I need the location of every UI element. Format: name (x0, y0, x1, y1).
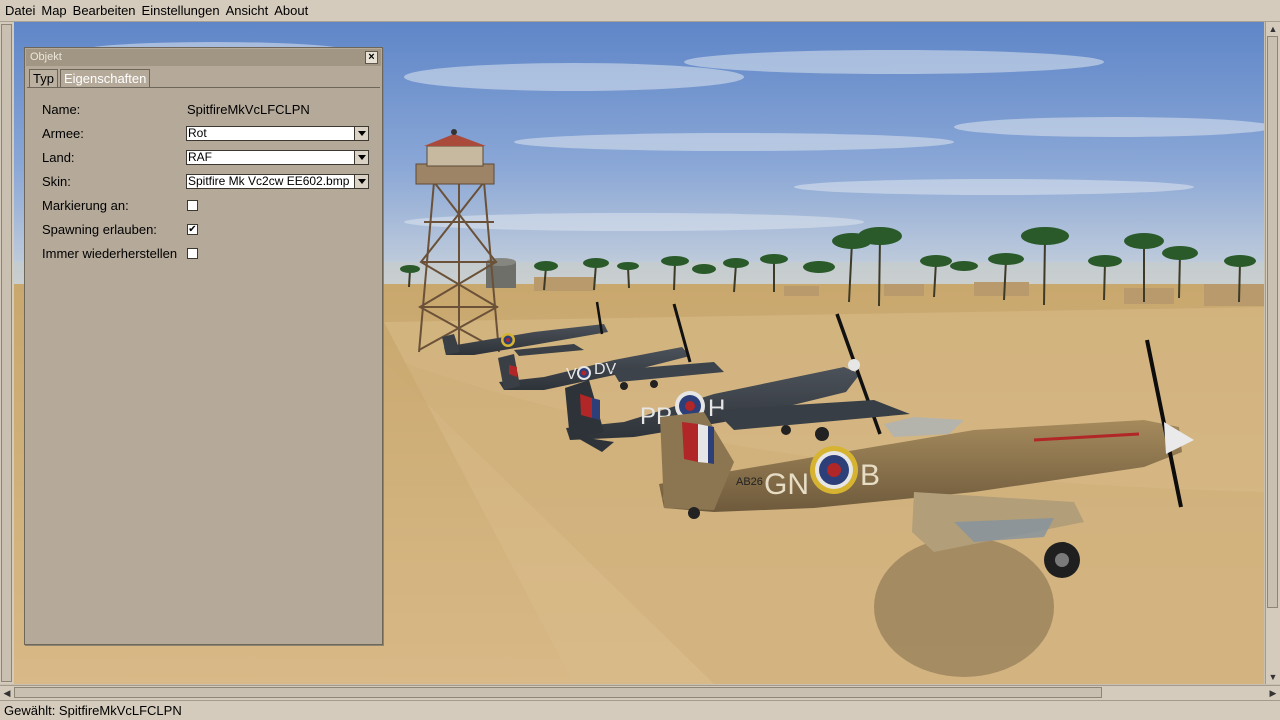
name-label: Name: (42, 102, 81, 117)
menu-about[interactable]: About (271, 1, 311, 21)
chevron-down-icon[interactable] (354, 127, 368, 140)
armee-selected-value: Rot (188, 127, 207, 140)
tab-eigenschaften[interactable]: Eigenschaften (59, 69, 151, 87)
horizontal-scrollbar[interactable]: ◀ ▶ (0, 685, 1280, 700)
arrow-right-icon[interactable]: ▶ (1266, 686, 1280, 700)
skin-label: Skin: (42, 174, 71, 189)
close-icon[interactable]: × (365, 51, 378, 64)
aircraft-serial: AB26 (736, 476, 763, 488)
chevron-down-icon[interactable] (354, 175, 368, 188)
marker-label: Markierung an: (42, 198, 129, 213)
arrow-down-icon[interactable]: ▼ (1266, 670, 1280, 684)
right-vertical-scrollbar[interactable]: ▲ ▼ (1265, 22, 1280, 684)
right-scroll-thumb[interactable] (1267, 36, 1278, 608)
menu-datei[interactable]: Datei (0, 1, 38, 21)
status-bar: Gewählt: SpitfireMkVcLFCLPN (0, 700, 1280, 720)
menu-map[interactable]: Map (38, 1, 69, 21)
arrow-up-icon[interactable]: ▲ (1266, 22, 1280, 36)
restore-row: Immer wiederherstellen (42, 243, 372, 263)
aircraft-code-left-2: V (566, 366, 577, 383)
spawn-checkbox[interactable]: ✔ (187, 224, 198, 235)
left-vertical-scrollbar[interactable] (0, 22, 15, 684)
object-properties-panel: Objekt × Typ Eigenschaften Name: Spitfir… (24, 47, 383, 645)
name-row: Name: SpitfireMkVcLFCLPN (42, 99, 372, 119)
panel-title: Objekt (30, 51, 62, 63)
restore-checkbox[interactable] (187, 248, 198, 259)
spawn-label: Spawning erlauben: (42, 222, 157, 237)
menu-einstellungen[interactable]: Einstellungen (139, 1, 223, 21)
menu-ansicht[interactable]: Ansicht (223, 1, 272, 21)
panel-titlebar[interactable]: Objekt × (26, 49, 381, 66)
marker-checkbox[interactable] (187, 200, 198, 211)
horizontal-scroll-thumb[interactable] (14, 687, 1102, 698)
spawn-row: Spawning erlauben: ✔ (42, 219, 372, 239)
chevron-down-icon[interactable] (354, 151, 368, 164)
armee-row: Armee: Rot (42, 123, 372, 143)
aircraft-code-right-0: B (860, 459, 880, 492)
land-select[interactable]: RAF (186, 150, 369, 165)
tab-typ[interactable]: Typ (29, 69, 58, 87)
menu-bearbeiten[interactable]: Bearbeiten (70, 1, 139, 21)
skin-select[interactable]: Spitfire Mk Vc2cw EE602.bmp (186, 174, 369, 189)
armee-label: Armee: (42, 126, 84, 141)
panel-tabs: Typ Eigenschaften (29, 69, 152, 87)
land-label: Land: (42, 150, 75, 165)
restore-label: Immer wiederherstellen (42, 246, 178, 261)
marker-row: Markierung an: (42, 195, 372, 215)
armee-select[interactable]: Rot (186, 126, 369, 141)
skin-row: Skin: Spitfire Mk Vc2cw EE602.bmp (42, 171, 372, 191)
menu-bar: Datei Map Bearbeiten Einstellungen Ansic… (0, 0, 1280, 22)
properties-tab-content: Name: SpitfireMkVcLFCLPN Armee: Rot Land… (27, 87, 380, 642)
land-row: Land: RAF (42, 147, 372, 167)
aircraft-code-right-2: DV (594, 361, 617, 378)
skin-selected-value: Spitfire Mk Vc2cw EE602.bmp (188, 175, 350, 188)
land-selected-value: RAF (188, 151, 212, 164)
aircraft-code-left-0: GN (764, 468, 809, 501)
left-scroll-thumb[interactable] (1, 24, 12, 682)
status-text: Gewählt: SpitfireMkVcLFCLPN (4, 703, 182, 718)
name-value: SpitfireMkVcLFCLPN (187, 102, 310, 117)
arrow-left-icon[interactable]: ◀ (0, 686, 14, 700)
